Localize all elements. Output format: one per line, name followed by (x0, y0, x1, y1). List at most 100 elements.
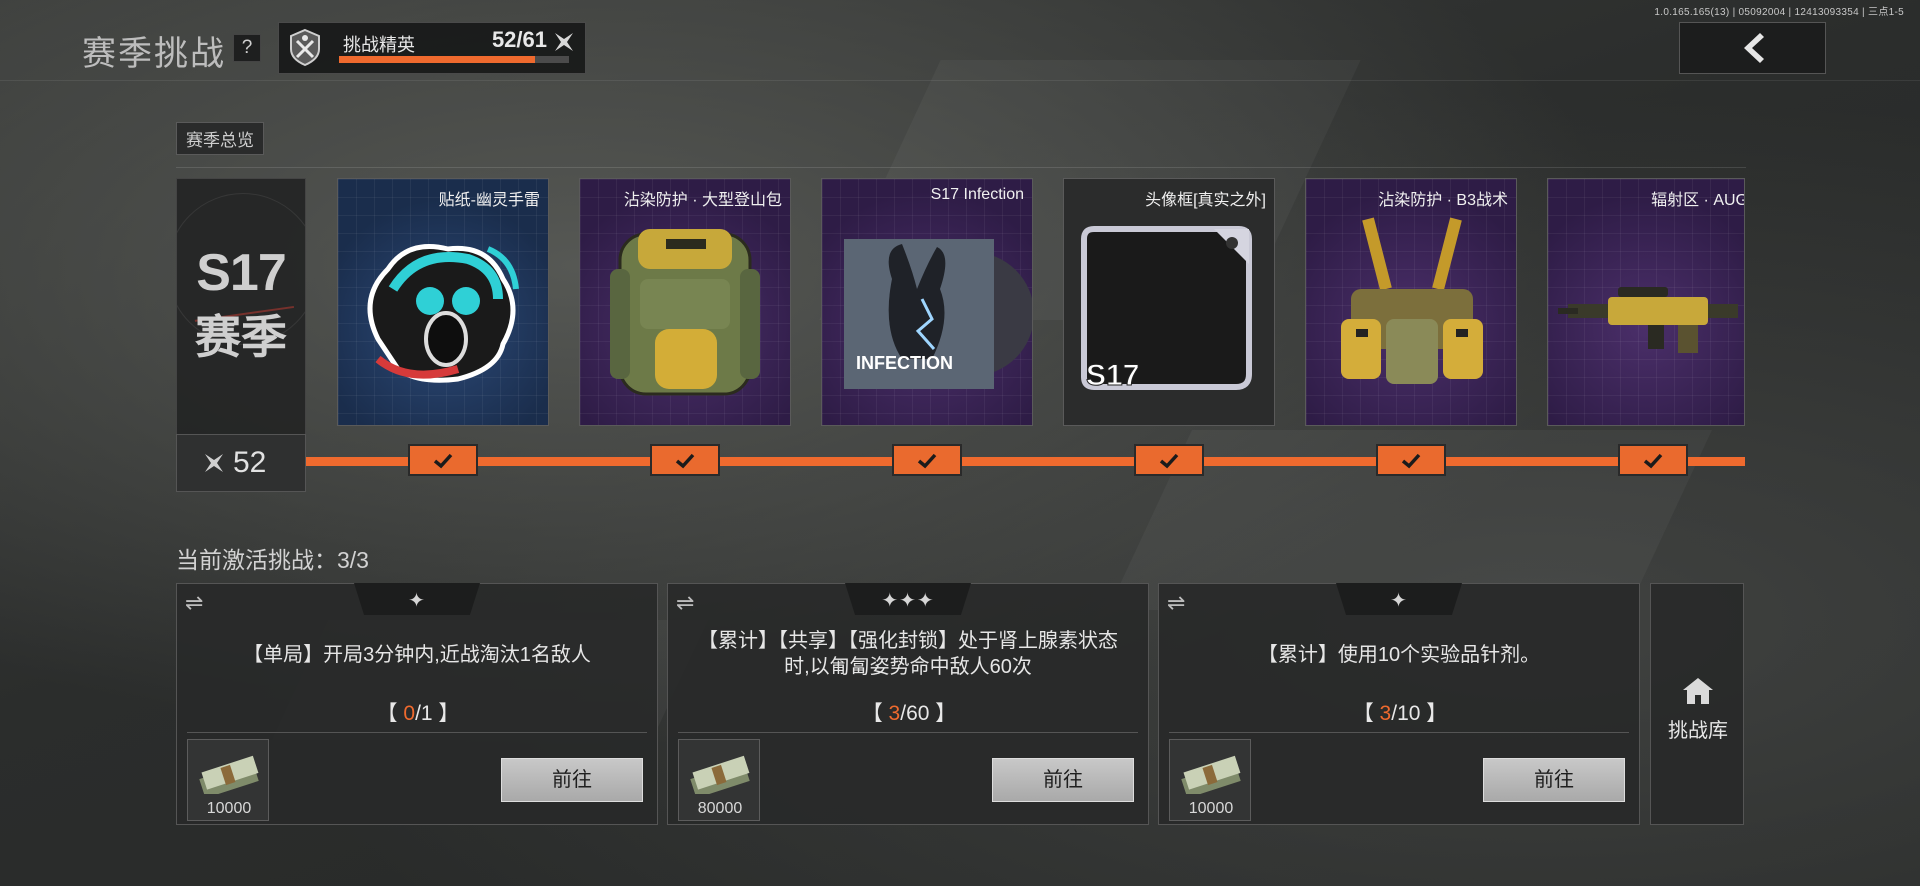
reward-claimed-badge (892, 444, 962, 476)
challenge-description: 【累计】使用10个实验品针剂。 (1257, 644, 1541, 666)
avatar-frame-icon: S17 (1081, 226, 1252, 393)
reward-claimed-badge (650, 444, 720, 476)
challenge-library-button[interactable]: 挑战库 (1650, 583, 1744, 825)
checkmark-icon (1643, 453, 1663, 469)
backpack-icon (610, 229, 760, 396)
reward-name: 辐射区 · AUG (1651, 192, 1745, 209)
reward-tile[interactable]: 头像框[真实之外] S17 (1063, 178, 1275, 426)
season-badge: S17 赛季 (176, 178, 306, 436)
reward-name: 贴纸-幽灵手雷 (438, 192, 540, 209)
cash-bundle-icon (1181, 755, 1241, 794)
progress-bracket-close: 】 (929, 702, 957, 725)
elite-progress-bar (339, 56, 569, 63)
swap-challenge-icon[interactable]: ⇌ (185, 590, 203, 616)
progress-bracket-close: 】 (1420, 702, 1448, 725)
season-points-value: 52 (233, 446, 267, 479)
cash-bundle-icon (199, 755, 259, 794)
card-divider (678, 732, 1138, 733)
challenge-library-label: 挑战库 (1668, 720, 1728, 742)
swap-challenge-icon[interactable]: ⇌ (676, 590, 694, 616)
progress-current: 3 (1379, 702, 1392, 725)
elite-progress-fill (339, 56, 535, 63)
elite-count: 52/61 (491, 27, 547, 52)
difficulty-stars: ✦ (1390, 590, 1408, 612)
tab-season-overview[interactable]: 赛季总览 (176, 122, 264, 155)
reward-name: S17 Infection (930, 186, 1024, 203)
elite-progress-panel[interactable]: 挑战精英 52/61 (278, 22, 586, 74)
difficulty-stars: ✦ (408, 590, 426, 612)
go-button[interactable]: 前往 (501, 758, 643, 802)
challenge-description: 【累计】【共享】【强化封锁】处于肾上腺素状态时,以匍匐姿势命中敌人60次 (698, 630, 1118, 678)
difficulty-tab: ✦ (1336, 583, 1462, 615)
tactical-vest-icon (1341, 217, 1483, 384)
progress-current: 0 (403, 702, 416, 725)
ghost-grenade-sticker-icon (367, 244, 519, 383)
progress-bracket-open: 【 (1352, 702, 1380, 725)
swap-challenge-icon[interactable]: ⇌ (1167, 590, 1185, 616)
reward-item[interactable]: 80000 (678, 739, 760, 821)
back-arrow-icon (1744, 33, 1764, 63)
checkmark-icon (917, 453, 937, 469)
progress-bracket-open: 【 (376, 702, 404, 725)
progress-total: /10 (1391, 702, 1421, 725)
progress-current: 3 (888, 702, 901, 725)
card-divider (1169, 732, 1629, 733)
season-points-badge: 52 (176, 434, 306, 492)
frame-tag-text: S17 (1086, 359, 1139, 392)
progress-total: /1 (415, 702, 433, 725)
header-divider (0, 80, 1920, 81)
reward-claimed-badge (1376, 444, 1446, 476)
reward-tile[interactable]: 辐射区 · AUG (1547, 178, 1745, 426)
challenge-description: 【单局】开局3分钟内,近战淘汰1名敌人 (243, 644, 591, 666)
reward-tile[interactable]: 沾染防护 · 大型登山包 (579, 178, 791, 426)
shuriken-icon (555, 33, 573, 51)
checkmark-icon (1159, 453, 1179, 469)
reward-item[interactable]: 10000 (187, 739, 269, 821)
reward-claimed-badge (1618, 444, 1688, 476)
reward-name: 头像框[真实之外] (1145, 192, 1266, 209)
page-title: 赛季挑战 (82, 34, 226, 74)
season-label: 赛季 (195, 311, 287, 363)
challenge-progress: 【 3/60 】 (668, 697, 1150, 727)
challenge-card: ⇌ ✦✦✦ 【累计】【共享】【强化封锁】处于肾上腺素状态时,以匍匐姿势命中敌人6… (667, 583, 1149, 825)
challenge-progress: 【 0/1 】 (177, 697, 659, 727)
go-button[interactable]: 前往 (1483, 758, 1625, 802)
checkmark-icon (1401, 453, 1421, 469)
progress-bracket-close: 】 (432, 702, 460, 725)
back-button[interactable] (1679, 22, 1826, 74)
difficulty-stars: ✦✦✦ (881, 590, 935, 612)
reward-name: 沾染防护 · B3战术 (1378, 192, 1508, 209)
cash-bundle-icon (690, 755, 750, 794)
reward-claimed-badge (1134, 444, 1204, 476)
difficulty-tab: ✦✦✦ (845, 583, 971, 615)
active-challenges-label: 当前激活挑战：3/3 (176, 547, 369, 573)
reward-tile[interactable]: 沾染防护 · B3战术 (1305, 178, 1517, 426)
reward-amount: 10000 (1188, 800, 1234, 817)
difficulty-tab: ✦ (354, 583, 480, 615)
rifle-icon (1558, 287, 1738, 353)
challenge-card: ⇌ ✦ 【单局】开局3分钟内,近战淘汰1名敌人 【 0/1 】 10000 前往 (176, 583, 658, 825)
shuriken-icon (205, 454, 223, 472)
reward-tile[interactable]: S17 Infection INFECTION (821, 178, 1033, 426)
elite-emblem-icon (290, 28, 320, 67)
progress-track (306, 457, 1745, 466)
checkmark-icon (675, 453, 695, 469)
reward-item[interactable]: 10000 (1169, 739, 1251, 821)
reward-amount: 10000 (206, 800, 252, 817)
help-button[interactable]: ? (233, 34, 261, 62)
progress-bracket-open: 【 (861, 702, 889, 725)
infection-album-icon: INFECTION (844, 239, 1032, 389)
elite-name: 挑战精英 (343, 35, 415, 55)
challenge-progress: 【 3/10 】 (1159, 697, 1641, 727)
checkmark-icon (433, 453, 453, 469)
reward-name: 沾染防护 · 大型登山包 (623, 192, 782, 209)
reward-claimed-badge (408, 444, 478, 476)
go-button[interactable]: 前往 (992, 758, 1134, 802)
challenge-card: ⇌ ✦ 【累计】使用10个实验品针剂。 【 3/10 】 10000 前往 (1158, 583, 1640, 825)
reward-tile[interactable]: 贴纸-幽灵手雷 (337, 178, 549, 426)
reward-amount: 80000 (697, 800, 743, 817)
version-info: 1.0.165.165(13) | 05092004 | 12413093354… (1654, 7, 1904, 18)
progress-total: /60 (900, 702, 930, 725)
overview-divider (176, 167, 1746, 168)
card-divider (187, 732, 647, 733)
